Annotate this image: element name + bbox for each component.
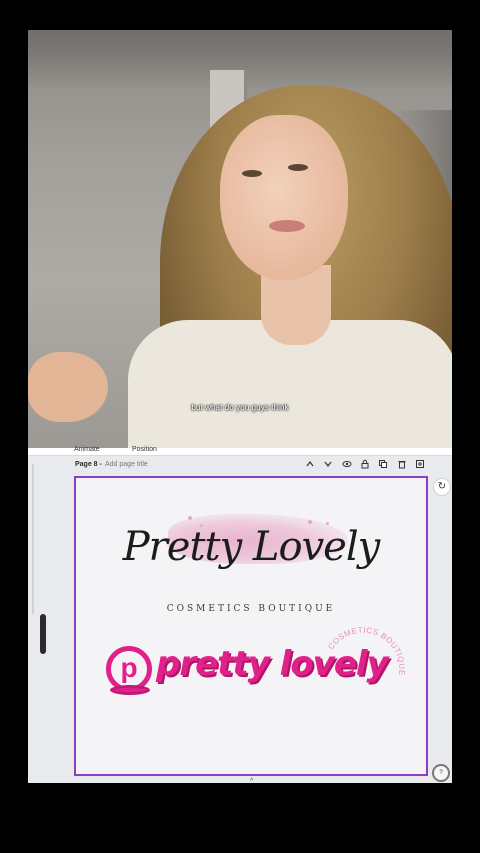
chevron-down-icon[interactable] — [322, 459, 334, 471]
person-eye — [242, 170, 262, 177]
page-number-label: Page 8 - — [75, 461, 102, 468]
add-page-icon[interactable] — [414, 459, 426, 471]
position-button[interactable]: Position — [132, 446, 157, 453]
duplicate-icon[interactable] — [377, 459, 389, 471]
video-caption: but what do you guys think — [191, 403, 289, 412]
pink-logo-base — [110, 685, 150, 695]
person-lips — [269, 220, 305, 232]
person-face — [220, 115, 348, 280]
delete-icon[interactable] — [396, 459, 408, 471]
arc-subtitle[interactable]: COSMETICS BOUTIQUE — [324, 626, 406, 718]
lock-icon[interactable] — [359, 459, 371, 471]
animate-button[interactable]: Animate — [74, 446, 100, 453]
eye-icon[interactable] — [341, 459, 353, 471]
left-rail — [28, 456, 40, 783]
rail-scrollbar[interactable] — [32, 464, 34, 614]
boutique-subtitle[interactable]: COSMETICS BOUTIQUE — [76, 604, 426, 614]
screen-frame: but what do you guys think Animate Posit… — [28, 30, 452, 783]
design-editor: Animate Position Page 8 - Add page title — [28, 446, 452, 783]
arc-subtitle-text: COSMETICS BOUTIQUE — [326, 626, 406, 677]
splash-dot — [188, 516, 192, 520]
page-header: Page 8 - Add page title — [28, 458, 452, 474]
page-title-input[interactable]: Add page title — [105, 461, 148, 468]
help-icon[interactable]: ? — [432, 764, 450, 782]
design-canvas[interactable]: Pretty Lovely COSMETICS BOUTIQUE p prett… — [74, 476, 428, 776]
person-eye — [288, 164, 308, 171]
refresh-icon[interactable]: ↻ — [433, 478, 451, 496]
chevron-up-icon[interactable] — [304, 459, 316, 471]
video-panel: but what do you guys think — [28, 30, 452, 448]
show-pages-chevron-icon[interactable]: ^ — [250, 778, 253, 783]
panel-collapse-handle[interactable] — [40, 614, 46, 654]
script-logo-text[interactable]: Pretty Lovely — [76, 524, 426, 570]
svg-text:COSMETICS BOUTIQUE: COSMETICS BOUTIQUE — [326, 626, 406, 677]
editor-toolbar: Animate Position — [28, 446, 452, 456]
